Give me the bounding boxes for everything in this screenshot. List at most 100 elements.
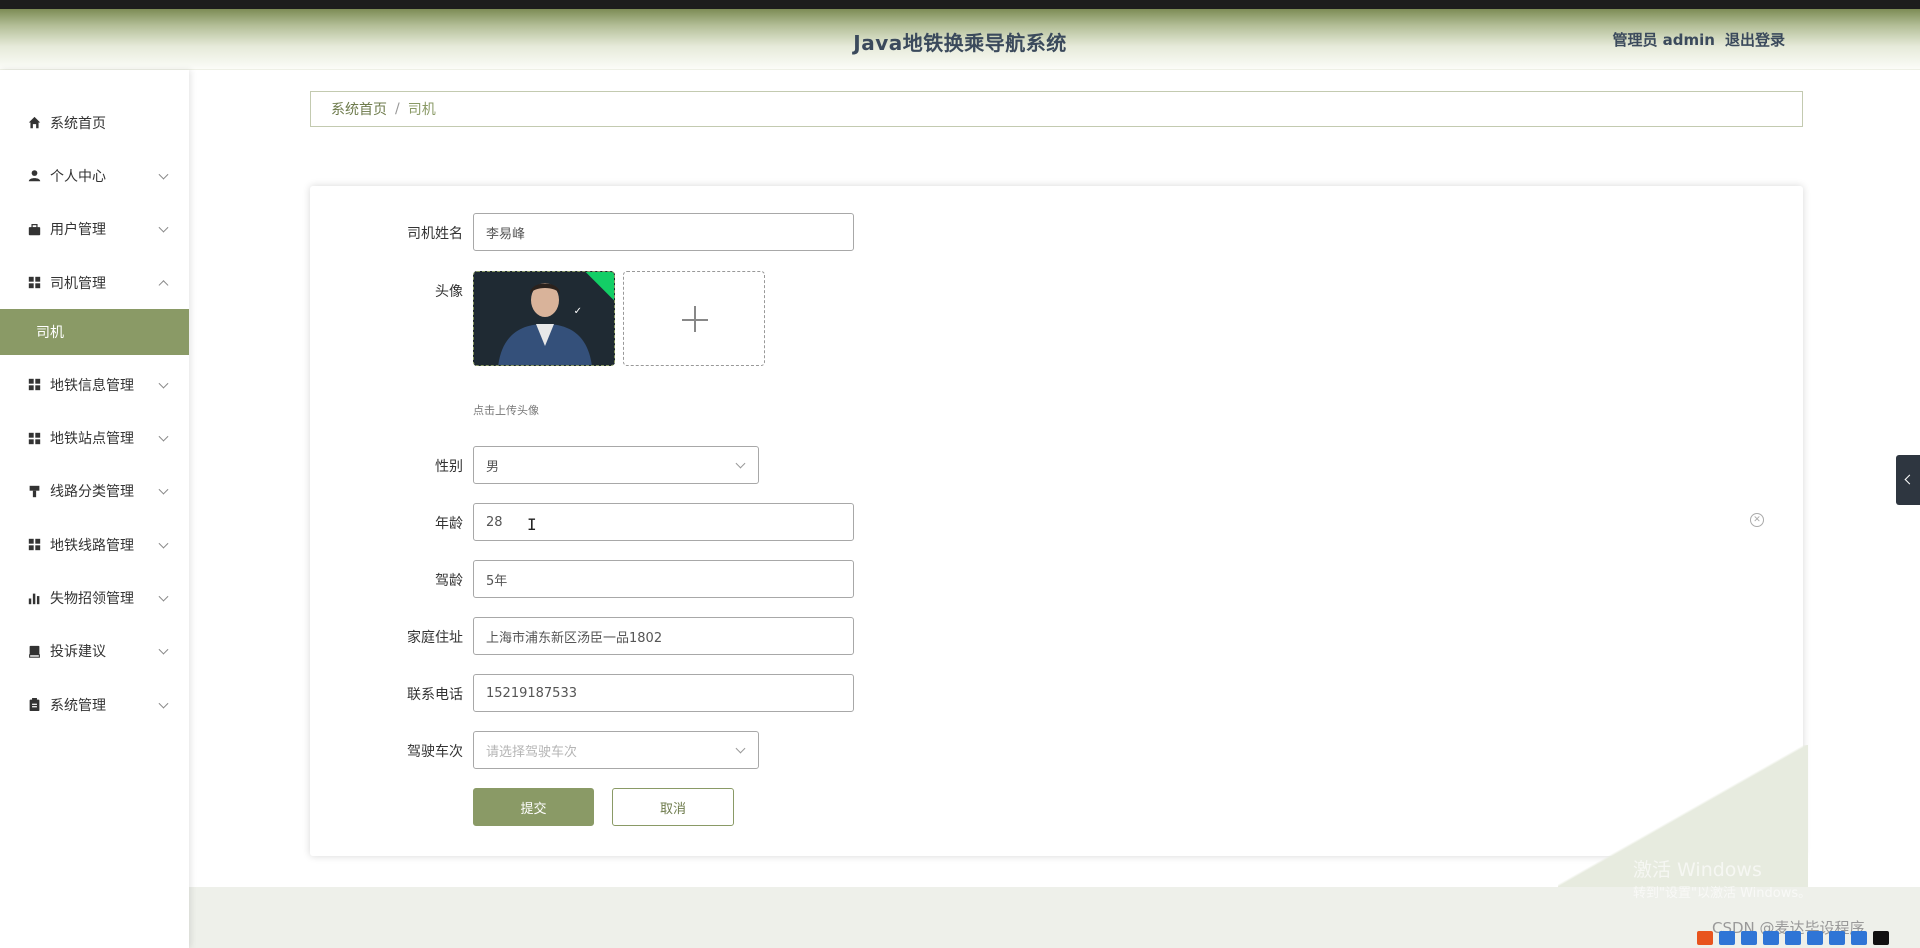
gender-row: 性别 男 xyxy=(310,446,1803,484)
windows-activation-subtitle: 转到"设置"以激活 Windows。 xyxy=(1633,886,1812,901)
chevron-left-icon xyxy=(1904,474,1915,485)
tray-tiktok-icon[interactable] xyxy=(1873,931,1889,945)
chevron-down-icon xyxy=(158,698,169,709)
tray-keyboard-icon[interactable] xyxy=(1807,931,1823,945)
breadcrumb: 系统首页 / 司机 xyxy=(310,91,1803,127)
sidebar-item-driver-management[interactable]: 司机管理 xyxy=(0,256,189,309)
driving-years-input[interactable]: 5年 xyxy=(473,560,854,598)
sidebar-item-label: 系统首页 xyxy=(50,115,106,132)
briefcase-icon xyxy=(27,222,41,236)
chevron-down-icon xyxy=(158,644,169,655)
tray-app-icon[interactable] xyxy=(1697,931,1713,945)
chevron-down-icon xyxy=(158,538,169,549)
tray-shirt-icon[interactable] xyxy=(1829,931,1845,945)
driver-name-row: 司机姓名 李易峰 xyxy=(310,213,1803,251)
sidebar-item-label: 投诉建议 xyxy=(50,644,106,661)
breadcrumb-current: 司机 xyxy=(407,102,436,118)
address-row: 家庭住址 上海市浦东新区汤臣一品1802 xyxy=(310,617,1803,655)
sidebar-item-label: 地铁信息管理 xyxy=(50,377,134,394)
address-label: 家庭住址 xyxy=(407,630,463,646)
chevron-down-icon xyxy=(158,485,169,495)
chevron-down-icon xyxy=(158,431,169,442)
app-header: Java地铁换乘导航系统 管理员 admin 退出登录 xyxy=(0,9,1920,70)
tray-gear-icon[interactable] xyxy=(1851,931,1867,945)
check-icon: ✓ xyxy=(573,306,582,317)
user-area: 管理员 admin 退出登录 xyxy=(1612,29,1785,50)
driver-name-label: 司机姓名 xyxy=(407,226,463,242)
sidebar-item-user-management[interactable]: 用户管理 xyxy=(0,203,189,256)
tray-moon-icon[interactable] xyxy=(1741,931,1757,945)
plus-icon-vertical xyxy=(694,306,696,332)
phone-row: 联系电话 15219187533 xyxy=(310,674,1803,712)
chevron-down-icon xyxy=(158,222,169,233)
sidebar-item-label: 线路分类管理 xyxy=(50,484,134,501)
avatar-upload-button[interactable] xyxy=(623,271,765,366)
sidebar-item-metro-lines[interactable]: 地铁线路管理 xyxy=(0,518,189,571)
avatar-hint: 点击上传头像 xyxy=(473,404,539,417)
tray-ime-icon[interactable] xyxy=(1719,931,1735,945)
chevron-up-icon xyxy=(158,279,169,290)
text-cursor-icon: I xyxy=(527,515,537,534)
submit-button[interactable]: 提交 xyxy=(473,788,594,826)
sidebar-item-line-categories[interactable]: 线路分类管理 xyxy=(0,465,189,518)
sidebar-item-label: 用户管理 xyxy=(50,222,106,239)
logout-button[interactable]: 退出登录 xyxy=(1725,29,1785,50)
system-tray xyxy=(1693,928,1920,948)
sidebar-item-personal-center[interactable]: 个人中心 xyxy=(0,149,189,202)
sidebar-item-label: 地铁站点管理 xyxy=(50,431,134,448)
user-role-label: 管理员 admin xyxy=(1612,31,1715,49)
chevron-down-icon xyxy=(735,743,746,754)
breadcrumb-separator: / xyxy=(395,101,400,117)
gender-select-value: 男 xyxy=(486,459,500,475)
sidebar-subitem-driver[interactable]: 司机 xyxy=(0,309,189,356)
cancel-button[interactable]: 取消 xyxy=(612,788,734,826)
address-input[interactable]: 上海市浦东新区汤臣一品1802 xyxy=(473,617,854,655)
bar-chart-icon xyxy=(27,591,41,605)
avatar-label: 头像 xyxy=(435,284,463,300)
sidebar-item-label: 失物招领管理 xyxy=(50,591,134,608)
sidebar-item-label: 地铁线路管理 xyxy=(50,537,134,554)
breadcrumb-home-link[interactable]: 系统首页 xyxy=(331,99,387,119)
sidebar-item-lost-found[interactable]: 失物招领管理 xyxy=(0,571,189,624)
phone-label: 联系电话 xyxy=(407,687,463,703)
tray-dot-icon[interactable] xyxy=(1763,931,1779,945)
driving-years-row: 驾龄 5年 xyxy=(310,560,1803,598)
grid-icon xyxy=(27,431,41,445)
avatar-photo xyxy=(474,272,614,365)
sidebar-item-system-management[interactable]: 系统管理 xyxy=(0,678,189,731)
chevron-down-icon xyxy=(158,169,169,180)
train-select[interactable]: 请选择驾驶车次 xyxy=(473,731,759,769)
train-select-placeholder: 请选择驾驶车次 xyxy=(486,744,578,760)
sidebar-subitem-label: 司机 xyxy=(36,325,64,342)
driver-name-input[interactable]: 李易峰 xyxy=(473,213,854,251)
sidebar-item-metro-stations[interactable]: 地铁站点管理 xyxy=(0,411,189,464)
avatar-image[interactable]: ✓ xyxy=(473,271,615,366)
grid-icon xyxy=(27,538,41,552)
window-top-strip xyxy=(0,0,1920,9)
clipboard-icon xyxy=(27,698,41,712)
gender-select[interactable]: 男 xyxy=(473,446,759,484)
chevron-down-icon xyxy=(158,591,169,602)
brush-icon xyxy=(27,484,41,498)
train-label: 驾驶车次 xyxy=(407,744,463,760)
sidebar: 系统首页 个人中心 用户管理 司机管理 司机 地铁信息管理 地铁站点管理 线路分… xyxy=(0,70,189,948)
windows-activation-title: 激活 Windows xyxy=(1633,859,1762,881)
sidebar-item-metro-info[interactable]: 地铁信息管理 xyxy=(0,358,189,411)
chevron-down-icon xyxy=(158,378,169,389)
sidebar-item-label: 系统管理 xyxy=(50,697,106,714)
clear-icon[interactable]: ✕ xyxy=(1750,513,1764,527)
grid-icon xyxy=(27,378,41,392)
sidebar-item-complaints[interactable]: 投诉建议 xyxy=(0,625,189,678)
collapse-side-tab[interactable] xyxy=(1896,455,1920,505)
phone-input[interactable]: 15219187533 xyxy=(473,674,854,712)
tray-screen-icon[interactable] xyxy=(1785,931,1801,945)
grid-icon xyxy=(27,276,41,290)
sidebar-item-home[interactable]: 系统首页 xyxy=(0,96,189,149)
chevron-down-icon xyxy=(735,458,746,469)
book-icon xyxy=(27,644,41,658)
user-icon xyxy=(27,169,41,183)
sidebar-item-label: 个人中心 xyxy=(50,168,106,185)
sidebar-item-label: 司机管理 xyxy=(50,275,106,292)
age-label: 年龄 xyxy=(435,516,463,532)
driving-years-label: 驾龄 xyxy=(435,573,463,589)
